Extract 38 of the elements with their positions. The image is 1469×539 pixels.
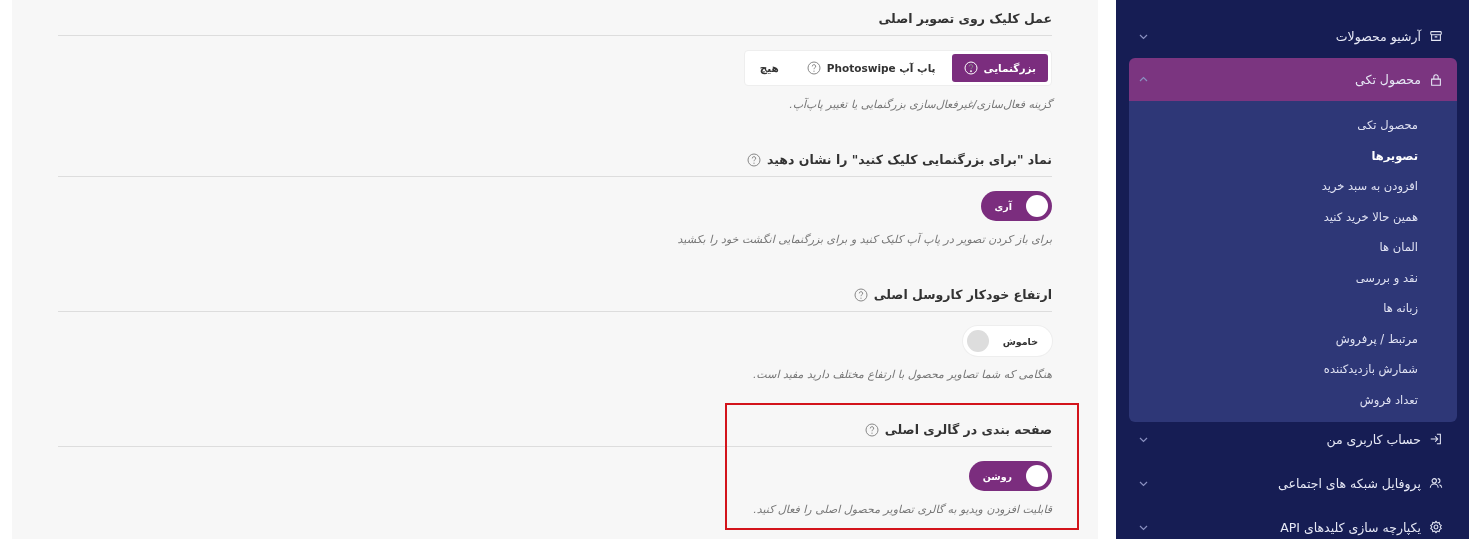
bag-icon xyxy=(1429,72,1443,87)
segment-option[interactable]: بزرگنمایی xyxy=(951,54,1048,82)
submenu-item[interactable]: المان ها xyxy=(1129,232,1457,263)
sidebar-item[interactable]: محصول تکی xyxy=(1129,58,1457,101)
help-icon[interactable] xyxy=(864,422,879,437)
setting-title: عمل کلیک روی تصویر اصلی xyxy=(878,11,1052,26)
sidebar-item[interactable]: آرشیو محصولات xyxy=(1129,14,1457,58)
submenu-item[interactable]: محصول تکی xyxy=(1129,110,1457,141)
sidebar-item[interactable]: پروفایل شبکه های اجتماعی xyxy=(1129,461,1457,505)
toggle-switch[interactable]: خاموش xyxy=(962,326,1052,356)
help-icon[interactable] xyxy=(853,287,868,302)
setting-description: قابلیت افزودن ویدیو به گالری تصاویر محصول اصلی را فعال کنید. xyxy=(752,503,1052,516)
gear-icon xyxy=(1429,520,1443,534)
sidebar-item[interactable]: یکپارچه سازی کلیدهای API xyxy=(1129,505,1457,539)
login-icon xyxy=(1429,432,1443,446)
archive-icon xyxy=(1429,29,1443,43)
toggle-switch[interactable]: روشن xyxy=(968,461,1052,491)
setting-description: هنگامی که شما تصاویر محصول با ارتفاع مختلف دارید مفید است. xyxy=(751,368,1052,381)
help-icon[interactable] xyxy=(806,61,821,75)
users-icon xyxy=(1429,476,1443,490)
segment-option[interactable]: هیچ xyxy=(747,54,791,82)
submenu-item[interactable]: زبانه ها xyxy=(1129,293,1457,324)
segment-option[interactable]: پاپ آپ Photoswipe xyxy=(794,54,948,82)
submenu-item[interactable]: تصویرها xyxy=(1129,140,1457,171)
submenu-item[interactable]: همین حالا خرید کنید xyxy=(1129,201,1457,232)
submenu-item[interactable]: شمارش بازدیدکننده xyxy=(1129,354,1457,385)
submenu-item[interactable]: مرتبط / پرفروش xyxy=(1129,323,1457,354)
submenu-item[interactable]: نقد و بررسی xyxy=(1129,262,1457,293)
setting-description: برای باز کردن تصویر در پاپ آپ کلیک کنید و برای بزرگنمایی انگشت خود را بکشید xyxy=(676,233,1052,246)
setting-title: نماد "برای بزرگنمایی کلیک کنید" را نشان دهید xyxy=(767,152,1052,167)
submenu-item[interactable]: تعداد فروش xyxy=(1129,384,1457,415)
sidebar-item[interactable]: حساب کاربری من xyxy=(1129,417,1457,461)
submenu-item[interactable]: افزودن به سبد خرید xyxy=(1129,171,1457,202)
setting-title: صفحه بندی در گالری اصلی xyxy=(884,422,1052,437)
help-icon[interactable] xyxy=(747,152,762,167)
toggle-switch[interactable]: آری xyxy=(980,191,1052,221)
setting-title: ارتفاع خودکار کاروسل اصلی xyxy=(873,287,1052,302)
chevron-icon xyxy=(1139,75,1148,84)
